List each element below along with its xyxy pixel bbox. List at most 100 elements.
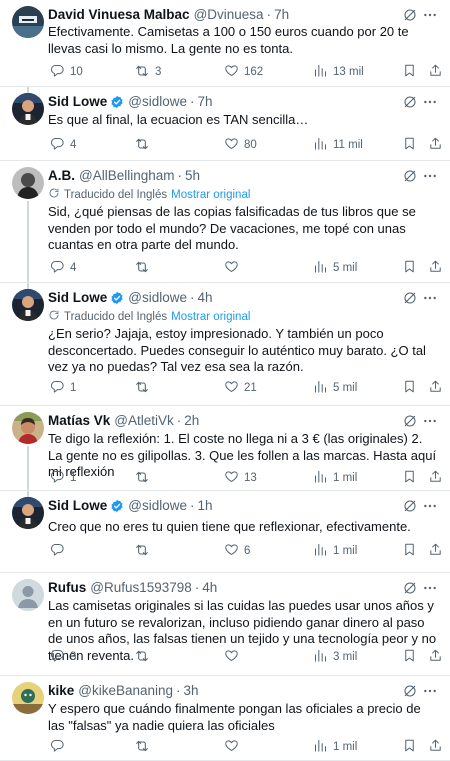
share-button[interactable] [428,739,443,755]
retweet-button[interactable] [134,380,155,396]
grok-icon[interactable] [402,168,418,184]
bookmark-button[interactable] [402,470,417,486]
reply-button[interactable]: 1 [50,380,76,396]
like-button[interactable]: 13 [224,470,257,486]
user-handle[interactable]: @AtletiVk [114,413,173,429]
display-name[interactable]: Sid Lowe [48,94,107,110]
share-button[interactable] [428,137,443,153]
grok-icon[interactable] [402,94,418,110]
like-button[interactable]: 6 [224,543,250,559]
retweet-button[interactable]: 3 [134,64,161,80]
more-icon[interactable] [422,498,438,514]
like-button[interactable]: 80 [224,137,257,153]
reply-button[interactable]: 3 [50,649,76,665]
display-name[interactable]: David Vinuesa Malbac [48,7,190,23]
reply-button[interactable]: 4 [50,137,76,153]
show-original-link[interactable]: Mostrar original [171,188,250,202]
views-button[interactable]: 13 mil [313,64,364,80]
more-icon[interactable] [422,290,438,306]
reply-button[interactable]: 10 [50,64,83,80]
bookmark-button[interactable] [402,649,417,665]
share-button[interactable] [428,470,443,486]
tweet[interactable]: Rufus @Rufus1593798 · 4h Las camisetas o… [0,573,450,676]
views-button[interactable]: 11 mil [313,137,363,153]
retweet-button[interactable] [134,543,155,559]
avatar[interactable] [12,682,44,714]
retweet-button[interactable] [134,470,155,486]
grok-icon[interactable] [402,498,418,514]
reply-button[interactable]: 1 [50,470,76,486]
timestamp[interactable]: 3h [184,683,199,699]
avatar[interactable] [12,579,44,611]
share-button[interactable] [428,649,443,665]
tweet[interactable]: Sid Lowe @sidlowe · 7h Es que al final, … [0,87,450,161]
avatar[interactable] [12,289,44,321]
timestamp[interactable]: 2h [184,413,199,429]
views-button[interactable]: 1 mil [313,739,357,755]
user-handle[interactable]: @Rufus1593798 [90,580,192,596]
more-icon[interactable] [422,7,438,23]
bookmark-button[interactable] [402,739,417,755]
display-name[interactable]: Rufus [48,580,86,596]
more-icon[interactable] [422,413,438,429]
views-button[interactable]: 1 mil [313,543,357,559]
bookmark-button[interactable] [402,64,417,80]
tweet[interactable]: Sid Lowe @sidlowe · 4h Traducido del Ing… [0,283,450,406]
display-name[interactable]: kike [48,683,74,699]
like-button[interactable] [224,649,244,665]
views-button[interactable]: 1 mil [313,470,357,486]
display-name[interactable]: Sid Lowe [48,290,107,306]
more-icon[interactable] [422,94,438,110]
user-handle[interactable]: @sidlowe [128,498,187,514]
timestamp[interactable]: 7h [198,94,213,110]
timestamp[interactable]: 5h [185,168,200,184]
avatar[interactable] [12,93,44,125]
share-button[interactable] [428,543,443,559]
user-handle[interactable]: @kikeBananing [78,683,173,699]
retweet-button[interactable] [134,649,155,665]
views-button[interactable]: 5 mil [313,260,357,276]
grok-icon[interactable] [402,7,418,23]
tweet[interactable]: A.B. @AllBellingham · 5h Traducido del I… [0,161,450,283]
retweet-button[interactable] [134,739,155,755]
share-button[interactable] [428,64,443,80]
reply-button[interactable]: 4 [50,260,76,276]
timestamp[interactable]: 4h [198,290,213,306]
user-handle[interactable]: @sidlowe [128,94,187,110]
display-name[interactable]: Sid Lowe [48,498,107,514]
views-button[interactable]: 3 mil [313,649,357,665]
bookmark-button[interactable] [402,543,417,559]
timestamp[interactable]: 1h [198,498,213,514]
grok-icon[interactable] [402,290,418,306]
user-handle[interactable]: @AllBellingham [79,168,175,184]
avatar[interactable] [12,412,44,444]
grok-icon[interactable] [402,580,418,596]
avatar[interactable] [12,6,44,38]
retweet-button[interactable] [134,137,155,153]
more-icon[interactable] [422,168,438,184]
like-button[interactable] [224,260,244,276]
bookmark-button[interactable] [402,137,417,153]
share-button[interactable] [428,260,443,276]
more-icon[interactable] [422,683,438,699]
like-button[interactable]: 162 [224,64,263,80]
user-handle[interactable]: @sidlowe [128,290,187,306]
reply-button[interactable] [50,543,70,559]
user-handle[interactable]: @Dvinuesa [194,7,264,23]
tweet[interactable]: Sid Lowe @sidlowe · 1h Creo que no eres … [0,491,450,573]
avatar[interactable] [12,497,44,529]
grok-icon[interactable] [402,413,418,429]
more-icon[interactable] [422,580,438,596]
views-button[interactable]: 5 mil [313,380,357,396]
share-button[interactable] [428,380,443,396]
grok-icon[interactable] [402,683,418,699]
timestamp[interactable]: 7h [274,7,289,23]
timestamp[interactable]: 4h [202,580,217,596]
show-original-link[interactable]: Mostrar original [171,310,250,324]
reply-button[interactable] [50,739,70,755]
retweet-button[interactable] [134,260,155,276]
display-name[interactable]: A.B. [48,168,75,184]
bookmark-button[interactable] [402,380,417,396]
avatar[interactable] [12,167,44,199]
like-button[interactable] [224,739,244,755]
